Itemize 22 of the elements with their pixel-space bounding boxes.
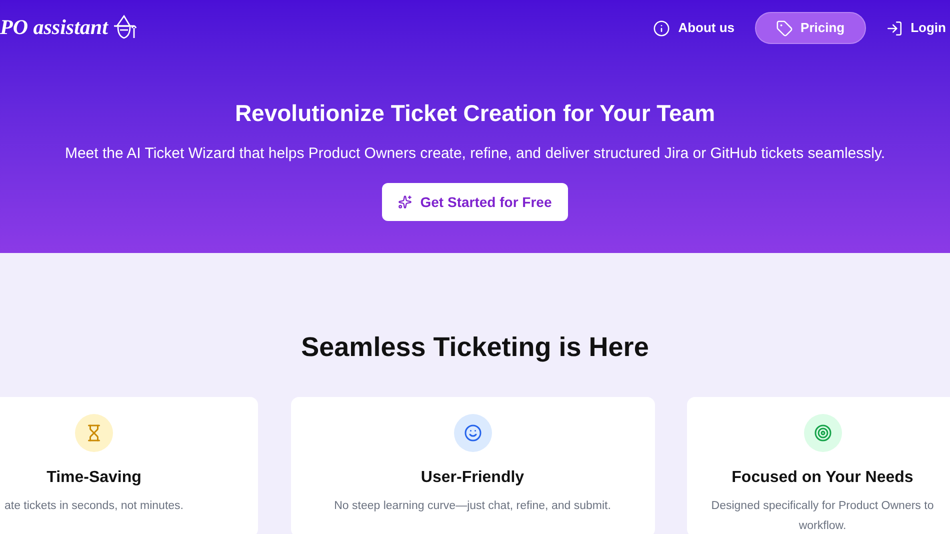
card-title: Focused on Your Needs [732,468,914,488]
hero-subtitle: Meet the AI Ticket Wizard that helps Product Owners create, refine, and deliver structured Jira or GitHub tickets seamlessly. [64,144,886,164]
sparkle-icon [398,195,412,209]
hero-title: Revolutionize Ticket Creation for Your Team [234,99,716,128]
card-title: User-Friendly [420,468,524,488]
nav-link[interactable]: Pricing [754,12,866,44]
smiley-icon [464,424,482,442]
card-description: ate tickets in seconds, not minutes. [4,499,184,514]
nav-link[interactable]: About us [649,12,739,44]
hourglass-icon [85,424,103,442]
login-icon [886,20,903,36]
card-description: Designed specifically for Product Owners to [711,499,934,514]
get-started-button[interactable]: Get Started for Free [382,183,568,221]
nav-link[interactable]: Login [882,12,950,44]
card-description: workflow. [798,519,846,534]
section-heading: Seamless Ticketing is Here [300,331,650,364]
card-title: Time-Saving [46,468,142,488]
tag-icon [776,20,793,36]
target-icon [814,424,832,442]
card-description: No steep learning curve—just chat, refine, and submit. [334,499,611,514]
info-icon [653,20,670,36]
logo-text: PO assistant [0,14,108,42]
